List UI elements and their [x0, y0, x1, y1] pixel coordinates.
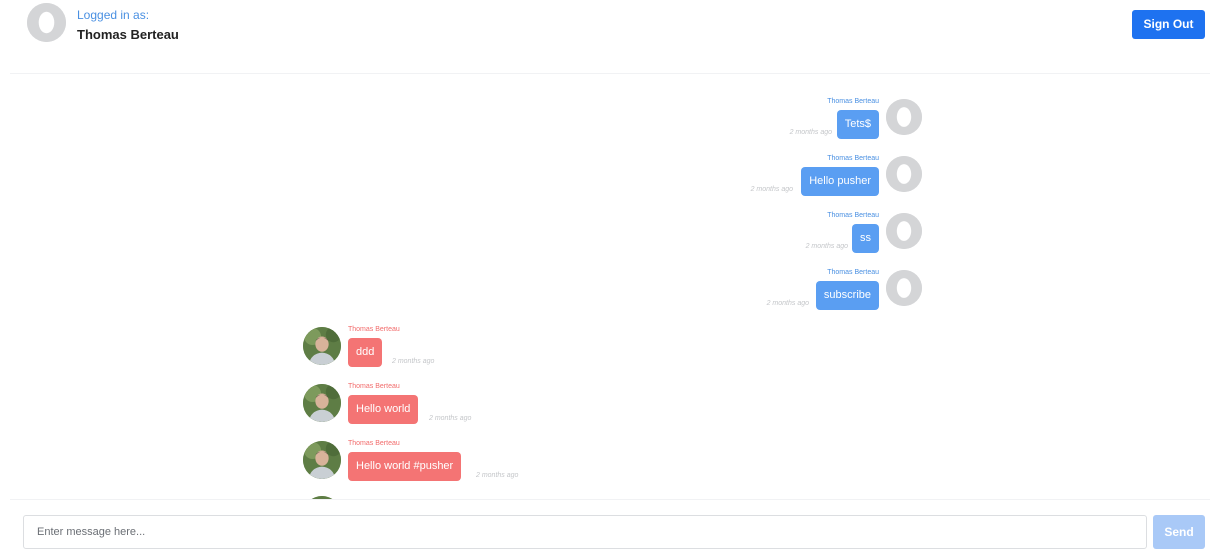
- sign-out-button[interactable]: Sign Out: [1132, 10, 1205, 39]
- message-bubble: Hello world: [348, 395, 419, 424]
- message-sender: Thomas Berteau: [827, 269, 879, 276]
- message-item: Thomas Berteau subscribe 2 months ago: [740, 269, 922, 313]
- message-sender: Thomas Berteau: [348, 383, 400, 390]
- send-button[interactable]: Send: [1153, 515, 1205, 549]
- message-item: Thomas Berteau ddd 2 months ago: [303, 326, 543, 370]
- message-bubble: Tets$: [836, 110, 879, 139]
- user-placeholder-icon: [886, 99, 922, 135]
- message-list[interactable]: Thomas Berteau Tets$ 2 months ago Thomas…: [0, 74, 1216, 499]
- current-user-name: Thomas Berteau: [77, 27, 179, 42]
- message-bubble: ss: [852, 224, 879, 253]
- message-sender: Thomas Berteau: [827, 98, 879, 105]
- user-photo: [303, 441, 341, 479]
- message-sender: Thomas Berteau: [348, 440, 400, 447]
- user-placeholder-icon: [886, 270, 922, 306]
- user-avatar-icon: [27, 3, 66, 42]
- message-sender: Thomas Berteau: [827, 212, 879, 219]
- message-time: 2 months ago: [392, 358, 435, 365]
- app-header: Logged in as: Thomas Berteau Sign Out: [0, 0, 1216, 74]
- message-time: 2 months ago: [789, 129, 832, 136]
- message-bubble: ddd: [348, 338, 383, 367]
- user-photo: [303, 327, 341, 365]
- message-bubble: subscribe: [815, 281, 879, 310]
- message-item: Thomas Berteau Hello pusher 2 months ago: [740, 155, 922, 199]
- user-placeholder-icon: [886, 156, 922, 192]
- message-time: 2 months ago: [750, 186, 793, 193]
- message-item: Thomas Berteau ss 2 months ago: [740, 212, 922, 256]
- logged-in-label: Logged in as:: [77, 8, 150, 22]
- message-sender: Thomas Berteau: [348, 326, 400, 333]
- message-item: Thomas Berteau Hello world 2 months ago: [303, 383, 543, 427]
- message-time: 2 months ago: [805, 243, 848, 250]
- message-item: Thomas Berteau Hello world #pusher 2 mon…: [303, 440, 543, 484]
- message-sender: Thomas Berteau: [827, 155, 879, 162]
- user-placeholder-icon: [886, 213, 922, 249]
- message-item: Thomas Berteau Tets$ 2 months ago: [740, 98, 922, 142]
- message-time: 2 months ago: [429, 415, 472, 422]
- message-bubble: Hello world #pusher: [348, 452, 462, 481]
- message-input[interactable]: [23, 515, 1147, 549]
- message-time: 2 months ago: [476, 472, 519, 479]
- composer-divider: [10, 499, 1210, 500]
- user-photo: [303, 384, 341, 422]
- message-time: 2 months ago: [766, 300, 809, 307]
- message-bubble: Hello pusher: [801, 167, 879, 196]
